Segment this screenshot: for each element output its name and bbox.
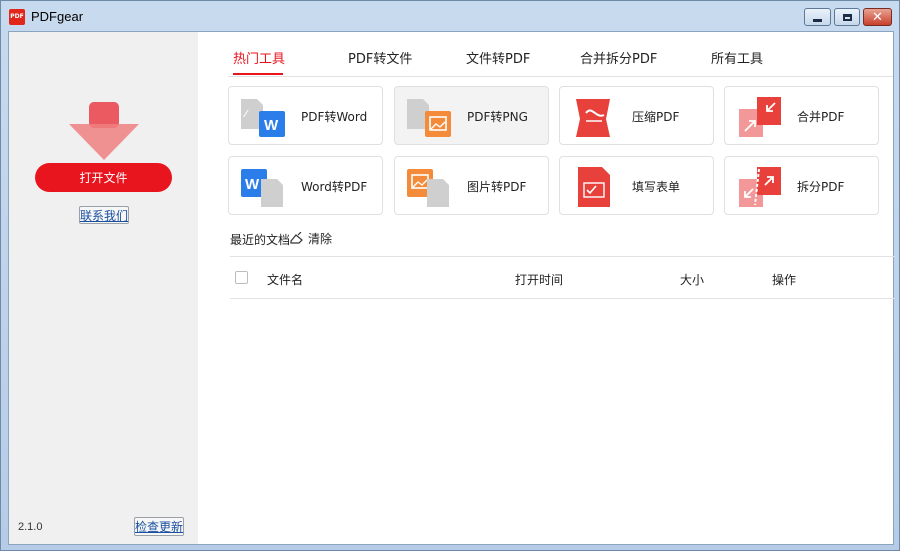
- fill-form-icon: [578, 167, 610, 207]
- column-open-time[interactable]: 打开时间: [515, 271, 563, 288]
- minimize-button[interactable]: [804, 8, 831, 26]
- tool-compress-pdf[interactable]: 压缩PDF: [559, 86, 714, 145]
- column-filename[interactable]: 文件名: [267, 271, 303, 288]
- tool-label: PDF转PNG: [467, 110, 528, 124]
- tool-pdf-to-word[interactable]: ⁄ W PDF转Word: [228, 86, 383, 145]
- check-update-link[interactable]: 检查更新: [134, 517, 184, 536]
- maximize-button[interactable]: [834, 8, 860, 26]
- word-to-pdf-icon: W: [241, 169, 283, 207]
- version-label: 2.1.0: [18, 521, 43, 533]
- close-button[interactable]: ✕: [863, 8, 892, 26]
- tool-label: 填写表单: [632, 180, 681, 194]
- select-all-checkbox[interactable]: [235, 271, 248, 284]
- tool-fill-form[interactable]: 填写表单: [559, 156, 714, 215]
- image-to-pdf-icon: [407, 169, 449, 207]
- client-area: 打开文件 联系我们 2.1.0 检查更新 热门工具 PDF转文件 文件转PDF …: [8, 31, 895, 545]
- tool-label: 拆分PDF: [797, 180, 845, 194]
- sidebar: 打开文件 联系我们 2.1.0 检查更新: [9, 32, 198, 544]
- window-title: PDFgear: [31, 9, 84, 24]
- tool-split-pdf[interactable]: 拆分PDF: [724, 156, 879, 215]
- tab-bar: 热门工具 PDF转文件 文件转PDF 合并拆分PDF 所有工具: [228, 32, 893, 77]
- tab-all-tools[interactable]: 所有工具: [711, 48, 763, 67]
- pdf-to-png-icon: [407, 99, 451, 137]
- pdfgear-logo-icon: PDF: [9, 9, 25, 25]
- recent-documents-title: 最近的文档: [230, 233, 291, 247]
- compress-pdf-icon: [576, 99, 610, 137]
- brush-icon: [290, 232, 303, 244]
- open-file-button[interactable]: 打开文件: [35, 163, 172, 192]
- merge-pdf-icon: [739, 97, 781, 137]
- tool-label: PDF转Word: [301, 110, 368, 124]
- minimize-icon: [805, 9, 830, 25]
- close-icon: ✕: [872, 9, 883, 25]
- svg-text:W: W: [264, 117, 279, 134]
- tool-label: 图片转PDF: [467, 180, 527, 194]
- tool-word-to-pdf[interactable]: W Word转PDF: [228, 156, 383, 215]
- tool-merge-pdf[interactable]: 合并PDF: [724, 86, 879, 145]
- contact-us-link[interactable]: 联系我们: [79, 206, 129, 224]
- tool-label: 压缩PDF: [632, 110, 680, 124]
- tab-popular-tools[interactable]: 热门工具: [233, 48, 285, 67]
- tab-merge-split-pdf[interactable]: 合并拆分PDF: [580, 48, 657, 67]
- split-pdf-icon: [739, 167, 781, 207]
- active-tab-indicator: [233, 73, 283, 75]
- maximize-icon: [835, 9, 859, 25]
- tool-image-to-pdf[interactable]: 图片转PDF: [394, 156, 549, 215]
- tab-pdf-to-file[interactable]: PDF转文件: [348, 48, 412, 67]
- column-size[interactable]: 大小: [680, 271, 704, 288]
- clear-label: 清除: [308, 232, 333, 246]
- tool-label: 合并PDF: [797, 110, 845, 124]
- app-window: PDF PDFgear ✕ 打开文件 联系我们 2.1.0 检查更新 热门工具 …: [0, 0, 900, 551]
- tool-pdf-to-png[interactable]: PDF转PNG: [394, 86, 549, 145]
- pdf-to-word-icon: ⁄ W: [241, 99, 285, 137]
- download-arrow-icon: [69, 102, 139, 160]
- main-panel: 热门工具 PDF转文件 文件转PDF 合并拆分PDF 所有工具 ⁄ W PDF转…: [198, 32, 895, 544]
- column-actions: 操作: [772, 273, 797, 287]
- clear-recent-button[interactable]: 清除: [290, 230, 332, 247]
- title-bar[interactable]: PDF PDFgear ✕: [1, 1, 899, 31]
- tool-label: Word转PDF: [301, 180, 368, 194]
- recent-table-header: 文件名 打开时间 大小 操作: [230, 256, 895, 299]
- tab-file-to-pdf[interactable]: 文件转PDF: [466, 48, 530, 67]
- svg-text:W: W: [245, 176, 260, 193]
